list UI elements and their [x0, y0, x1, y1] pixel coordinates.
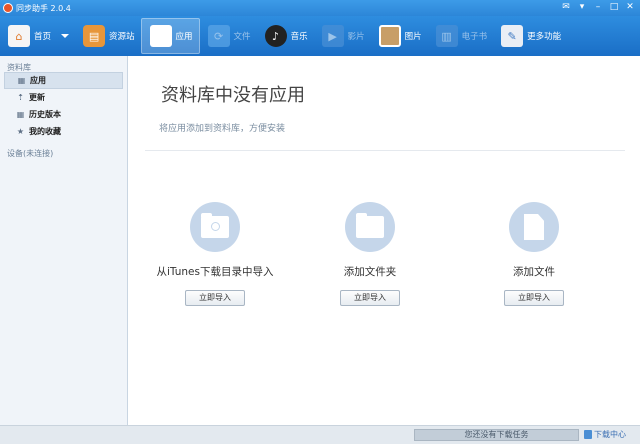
- close-icon[interactable]: ✕: [624, 2, 636, 13]
- sidebar-item-label: 更新: [29, 93, 45, 102]
- files-icon: ⟳: [207, 25, 230, 47]
- import-now-button[interactable]: 立即导入: [340, 290, 400, 306]
- action-label: 从iTunes下载目录中导入: [156, 266, 274, 278]
- toolbar-music-label: 音乐: [290, 32, 308, 42]
- sidebar-section-library: 资料库: [7, 63, 31, 72]
- star-icon: ★: [16, 127, 25, 136]
- toolbar-video-label: 影片: [347, 32, 365, 42]
- update-icon: ⇡: [17, 93, 24, 102]
- toolbar-more[interactable]: ✎ 更多功能: [493, 18, 567, 54]
- sidebar-item-apps[interactable]: ▦ 应用: [4, 72, 123, 89]
- toolbar-photo[interactable]: 图片: [371, 18, 428, 54]
- more-tools-icon: ✎: [501, 25, 524, 47]
- history-icon: ▦: [16, 110, 25, 119]
- toolbar-ebook-label: 电子书: [461, 32, 488, 42]
- toolbar-files-label: 文件: [233, 32, 251, 42]
- action-add-folder: 添加文件夹 立即导入: [290, 202, 450, 306]
- sidebar-item-label: 我的收藏: [29, 127, 61, 136]
- download-center-link[interactable]: 下载中心: [584, 429, 626, 440]
- page-subtitle: 将应用添加到资料库，方便安装: [159, 124, 286, 134]
- sidebar-item-label: 历史版本: [29, 110, 61, 119]
- toolbar-home[interactable]: ⌂ 首页: [0, 18, 75, 54]
- home-icon: ⌂: [8, 25, 30, 47]
- menu-icon[interactable]: ▾: [576, 2, 588, 13]
- main-content: 资料库中没有应用 将应用添加到资料库，方便安装 从iTunes下载目录中导入 立…: [129, 56, 640, 425]
- file-icon[interactable]: [509, 202, 559, 252]
- page-title: 资料库中没有应用: [161, 85, 305, 106]
- folder-icon[interactable]: [345, 202, 395, 252]
- action-add-file: 添加文件 立即导入: [454, 202, 614, 306]
- sidebar-item-favorites[interactable]: ★ 我的收藏: [0, 123, 127, 140]
- skin-icon[interactable]: ✉: [560, 2, 572, 13]
- toolbar-apps[interactable]: 应用: [140, 18, 200, 54]
- action-label: 添加文件夹: [343, 266, 397, 278]
- video-icon: ▶: [321, 25, 344, 47]
- apps-icon: [149, 25, 172, 47]
- toolbar-apps-label: 应用: [175, 32, 193, 42]
- grid-icon: ▦: [17, 76, 26, 85]
- minimize-icon[interactable]: –: [592, 2, 604, 13]
- window-title: 同步助手 2.0.4: [16, 3, 71, 13]
- title-bar: 同步助手 2.0.4 ✉ ▾ – □ ✕: [0, 0, 640, 16]
- download-task-status[interactable]: 您还没有下载任务: [414, 429, 579, 441]
- toolbar-music[interactable]: ♪ 音乐: [257, 18, 314, 54]
- maximize-icon[interactable]: □: [608, 2, 620, 13]
- toolbar-photo-label: 图片: [404, 32, 422, 42]
- download-icon: [584, 430, 592, 439]
- music-icon: ♪: [264, 25, 287, 47]
- sidebar: 资料库 ▦ 应用 ⇡ 更新 ▦ 历史版本 ★ 我的收藏 设备(未连接): [0, 56, 128, 425]
- toolbar-store[interactable]: ▤ 资源站: [75, 18, 141, 54]
- toolbar-ebook[interactable]: ▥ 电子书: [428, 18, 494, 54]
- action-label: 添加文件: [513, 266, 555, 278]
- itunes-folder-icon[interactable]: [190, 202, 240, 252]
- download-center-label: 下载中心: [594, 430, 626, 439]
- toolbar-files[interactable]: ⟳ 文件: [200, 18, 257, 54]
- window-controls: ✉ ▾ – □ ✕: [560, 2, 636, 13]
- toolbar-home-label: 首页: [34, 32, 52, 42]
- toolbar-more-label: 更多功能: [527, 32, 562, 42]
- status-bar: 您还没有下载任务 下载中心: [0, 425, 640, 444]
- sidebar-item-label: 应用: [30, 76, 46, 85]
- app-logo-icon: [3, 3, 13, 13]
- divider: [145, 150, 625, 151]
- main-toolbar: ⌂ 首页 ▤ 资源站 应用 ⟳ 文件 ♪ 音乐 ▶ 影片 图片 ▥ 电子书 ✎ …: [0, 16, 640, 56]
- import-now-button[interactable]: 立即导入: [185, 290, 245, 306]
- import-now-button[interactable]: 立即导入: [504, 290, 564, 306]
- store-icon: ▤: [83, 25, 106, 47]
- toolbar-store-label: 资源站: [109, 32, 135, 42]
- chevron-down-icon[interactable]: [61, 34, 70, 38]
- action-import-itunes: 从iTunes下载目录中导入 立即导入: [135, 202, 295, 306]
- sidebar-device-status: 设备(未连接): [7, 149, 54, 158]
- sidebar-item-history[interactable]: ▦ 历史版本: [0, 106, 127, 123]
- ebook-icon: ▥: [435, 25, 458, 47]
- photo-icon: [378, 25, 401, 47]
- toolbar-video[interactable]: ▶ 影片: [314, 18, 371, 54]
- sidebar-item-updates[interactable]: ⇡ 更新: [0, 89, 127, 106]
